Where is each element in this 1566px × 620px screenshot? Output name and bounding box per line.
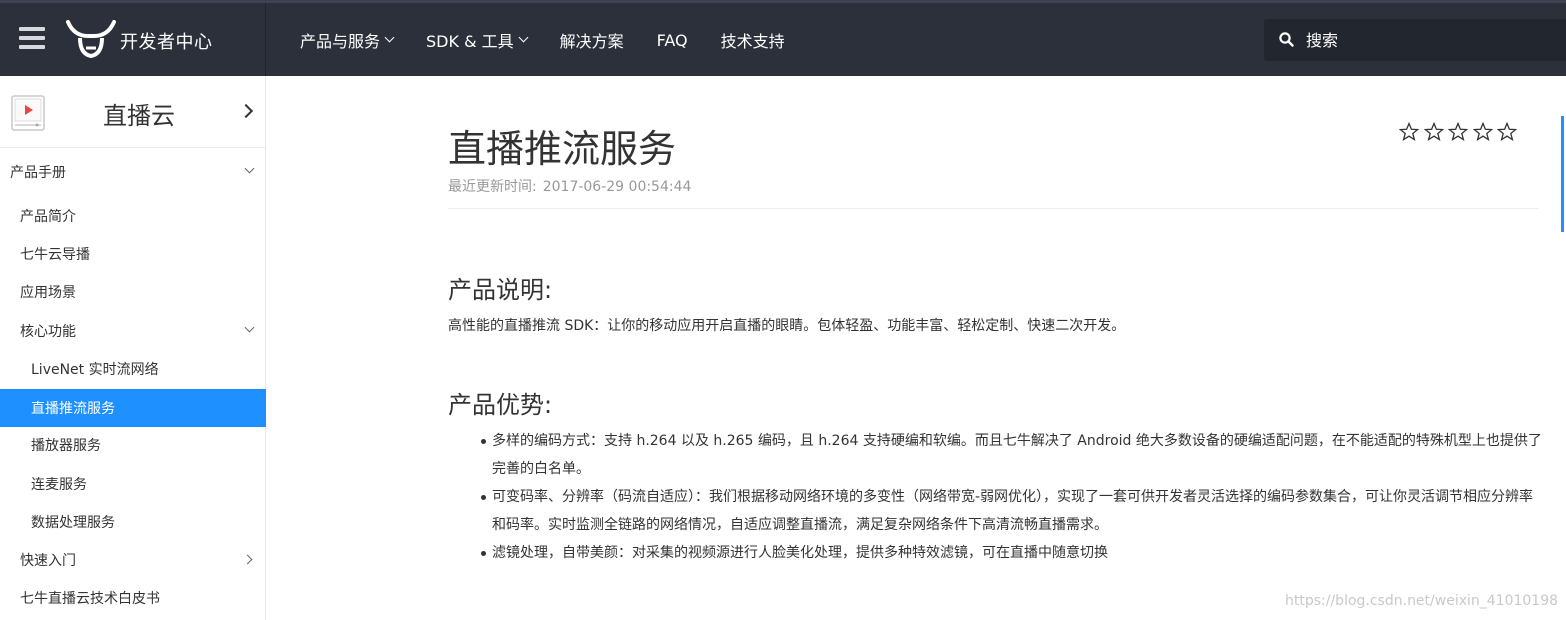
main-nav: 产品与服务 SDK & 工具 解决方案 FAQ 技术支持: [300, 28, 818, 52]
sidebar-item-label: LiveNet 实时流网络: [31, 362, 159, 378]
nav-label: SDK & 工具: [426, 32, 514, 51]
star-icon[interactable]: [1472, 122, 1493, 142]
star-icon[interactable]: [1399, 122, 1419, 142]
list-item: 多样的编码方式：支持 h.264 以及 h.265 编码，且 h.264 支持硬…: [481, 427, 1542, 483]
sidebar-item-quick-start[interactable]: 快速入门: [0, 541, 266, 579]
product-title: 直播云: [103, 102, 175, 130]
search-icon[interactable]: [1279, 32, 1294, 47]
nav-faq[interactable]: FAQ: [657, 28, 688, 52]
sidebar-item-product-intro[interactable]: 产品简介: [0, 197, 266, 235]
sidebar-item-product-manual[interactable]: 产品手册: [0, 153, 266, 191]
updated-label: 最近更新时间:: [448, 179, 537, 195]
list-item: 可变码率、分辨率（码流自适应）：我们根据移动网络环境的多变性（网络带宽-弱网优化…: [481, 483, 1542, 539]
sidebar-item-co-anchor[interactable]: 连麦服务: [0, 465, 266, 503]
sidebar-item-label: 直播推流服务: [31, 401, 115, 417]
rating-stars: [1399, 122, 1522, 142]
sidebar-item-player[interactable]: 播放器服务: [0, 426, 266, 464]
watermark: https://blog.csdn.net/weixin_41010198: [1285, 593, 1559, 609]
nav-solutions[interactable]: 解决方案: [560, 28, 624, 52]
star-icon[interactable]: [1497, 122, 1517, 142]
last-updated: 最近更新时间: 2017-06-29 00:54:44: [448, 176, 691, 196]
sidebar-item-push-stream[interactable]: 直播推流服务: [0, 389, 266, 427]
nav-tech-support[interactable]: 技术支持: [721, 28, 785, 52]
sidebar-item-label: 七牛云导播: [20, 247, 90, 263]
hamburger-menu-icon[interactable]: [19, 27, 45, 49]
sidebar-item-label: 播放器服务: [31, 438, 101, 454]
section-heading-description: 产品说明:: [448, 276, 553, 304]
chevron-right-icon: [238, 103, 254, 119]
section-heading-advantages: 产品优势:: [448, 391, 553, 419]
sidebar-item-scenarios[interactable]: 应用场景: [0, 273, 266, 311]
sidebar-item-label: 产品手册: [10, 165, 66, 181]
chevron-down-icon: [244, 322, 255, 333]
bull-logo-icon[interactable]: [66, 18, 116, 60]
sidebar-item-whitepaper[interactable]: 七牛直播云技术白皮书: [0, 579, 266, 617]
sidebar-item-label: 应用场景: [20, 285, 76, 301]
star-icon[interactable]: [1423, 122, 1444, 142]
search-box[interactable]: [1264, 19, 1566, 61]
scroll-indicator[interactable]: [1561, 116, 1564, 232]
chevron-down-icon: [518, 32, 529, 43]
title-divider: [448, 208, 1539, 209]
sidebar-item-data-processing[interactable]: 数据处理服务: [0, 503, 266, 541]
sidebar-item-label: 数据处理服务: [31, 515, 115, 531]
star-icon[interactable]: [1448, 122, 1468, 142]
section-text-description: 高性能的直播推流 SDK：让你的移动应用开启直播的眼睛。包体轻盈、功能丰富、轻松…: [448, 318, 1126, 334]
nav-label: 产品与服务: [300, 32, 381, 51]
chevron-down-icon: [244, 163, 255, 174]
sidebar-item-label: 核心功能: [20, 324, 76, 340]
sidebar: 直播云 产品手册 产品简介 七牛云导播 应用场景 核心功能 LiveNet 实时…: [0, 76, 266, 620]
advantages-list: 多样的编码方式：支持 h.264 以及 h.265 编码，且 h.264 支持硬…: [481, 427, 1542, 567]
nav-sdk-tools[interactable]: SDK & 工具: [426, 28, 529, 52]
top-navigation-bar: 开发者中心 产品与服务 SDK & 工具 解决方案 FAQ 技术支持: [0, 0, 1566, 76]
nav-label: 技术支持: [720, 32, 785, 51]
chevron-down-icon: [384, 32, 395, 43]
search-input[interactable]: [1306, 27, 1546, 53]
sidebar-item-core-features[interactable]: 核心功能: [0, 312, 266, 350]
list-item: 滤镜处理，自带美颜：对采集的视频源进行人脸美化处理，提供多种特效滤镜，可在直播中…: [481, 539, 1542, 567]
sidebar-item-label: 七牛直播云技术白皮书: [20, 591, 160, 607]
nav-label: FAQ: [656, 30, 688, 50]
sidebar-item-director[interactable]: 七牛云导播: [0, 235, 266, 273]
nav-label: 解决方案: [559, 32, 624, 51]
page-title: 直播推流服务: [448, 127, 677, 171]
sidebar-item-label: 快速入门: [20, 553, 76, 569]
topbar-divider: [265, 3, 266, 76]
sidebar-item-label: 连麦服务: [31, 477, 87, 493]
sidebar-item-label: 产品简介: [20, 209, 76, 225]
sidebar-item-livenet[interactable]: LiveNet 实时流网络: [0, 350, 266, 388]
product-switcher[interactable]: 直播云: [0, 76, 266, 148]
updated-timestamp: 2017-06-29 00:54:44: [542, 179, 692, 195]
brand-name[interactable]: 开发者中心: [120, 28, 213, 54]
nav-products-services[interactable]: 产品与服务: [300, 28, 395, 52]
chevron-right-icon: [242, 554, 253, 565]
main-content: 直播推流服务 最近更新时间: 2017-06-29 00:54:44 产品说明: …: [267, 76, 1566, 620]
video-player-icon: [11, 95, 45, 131]
